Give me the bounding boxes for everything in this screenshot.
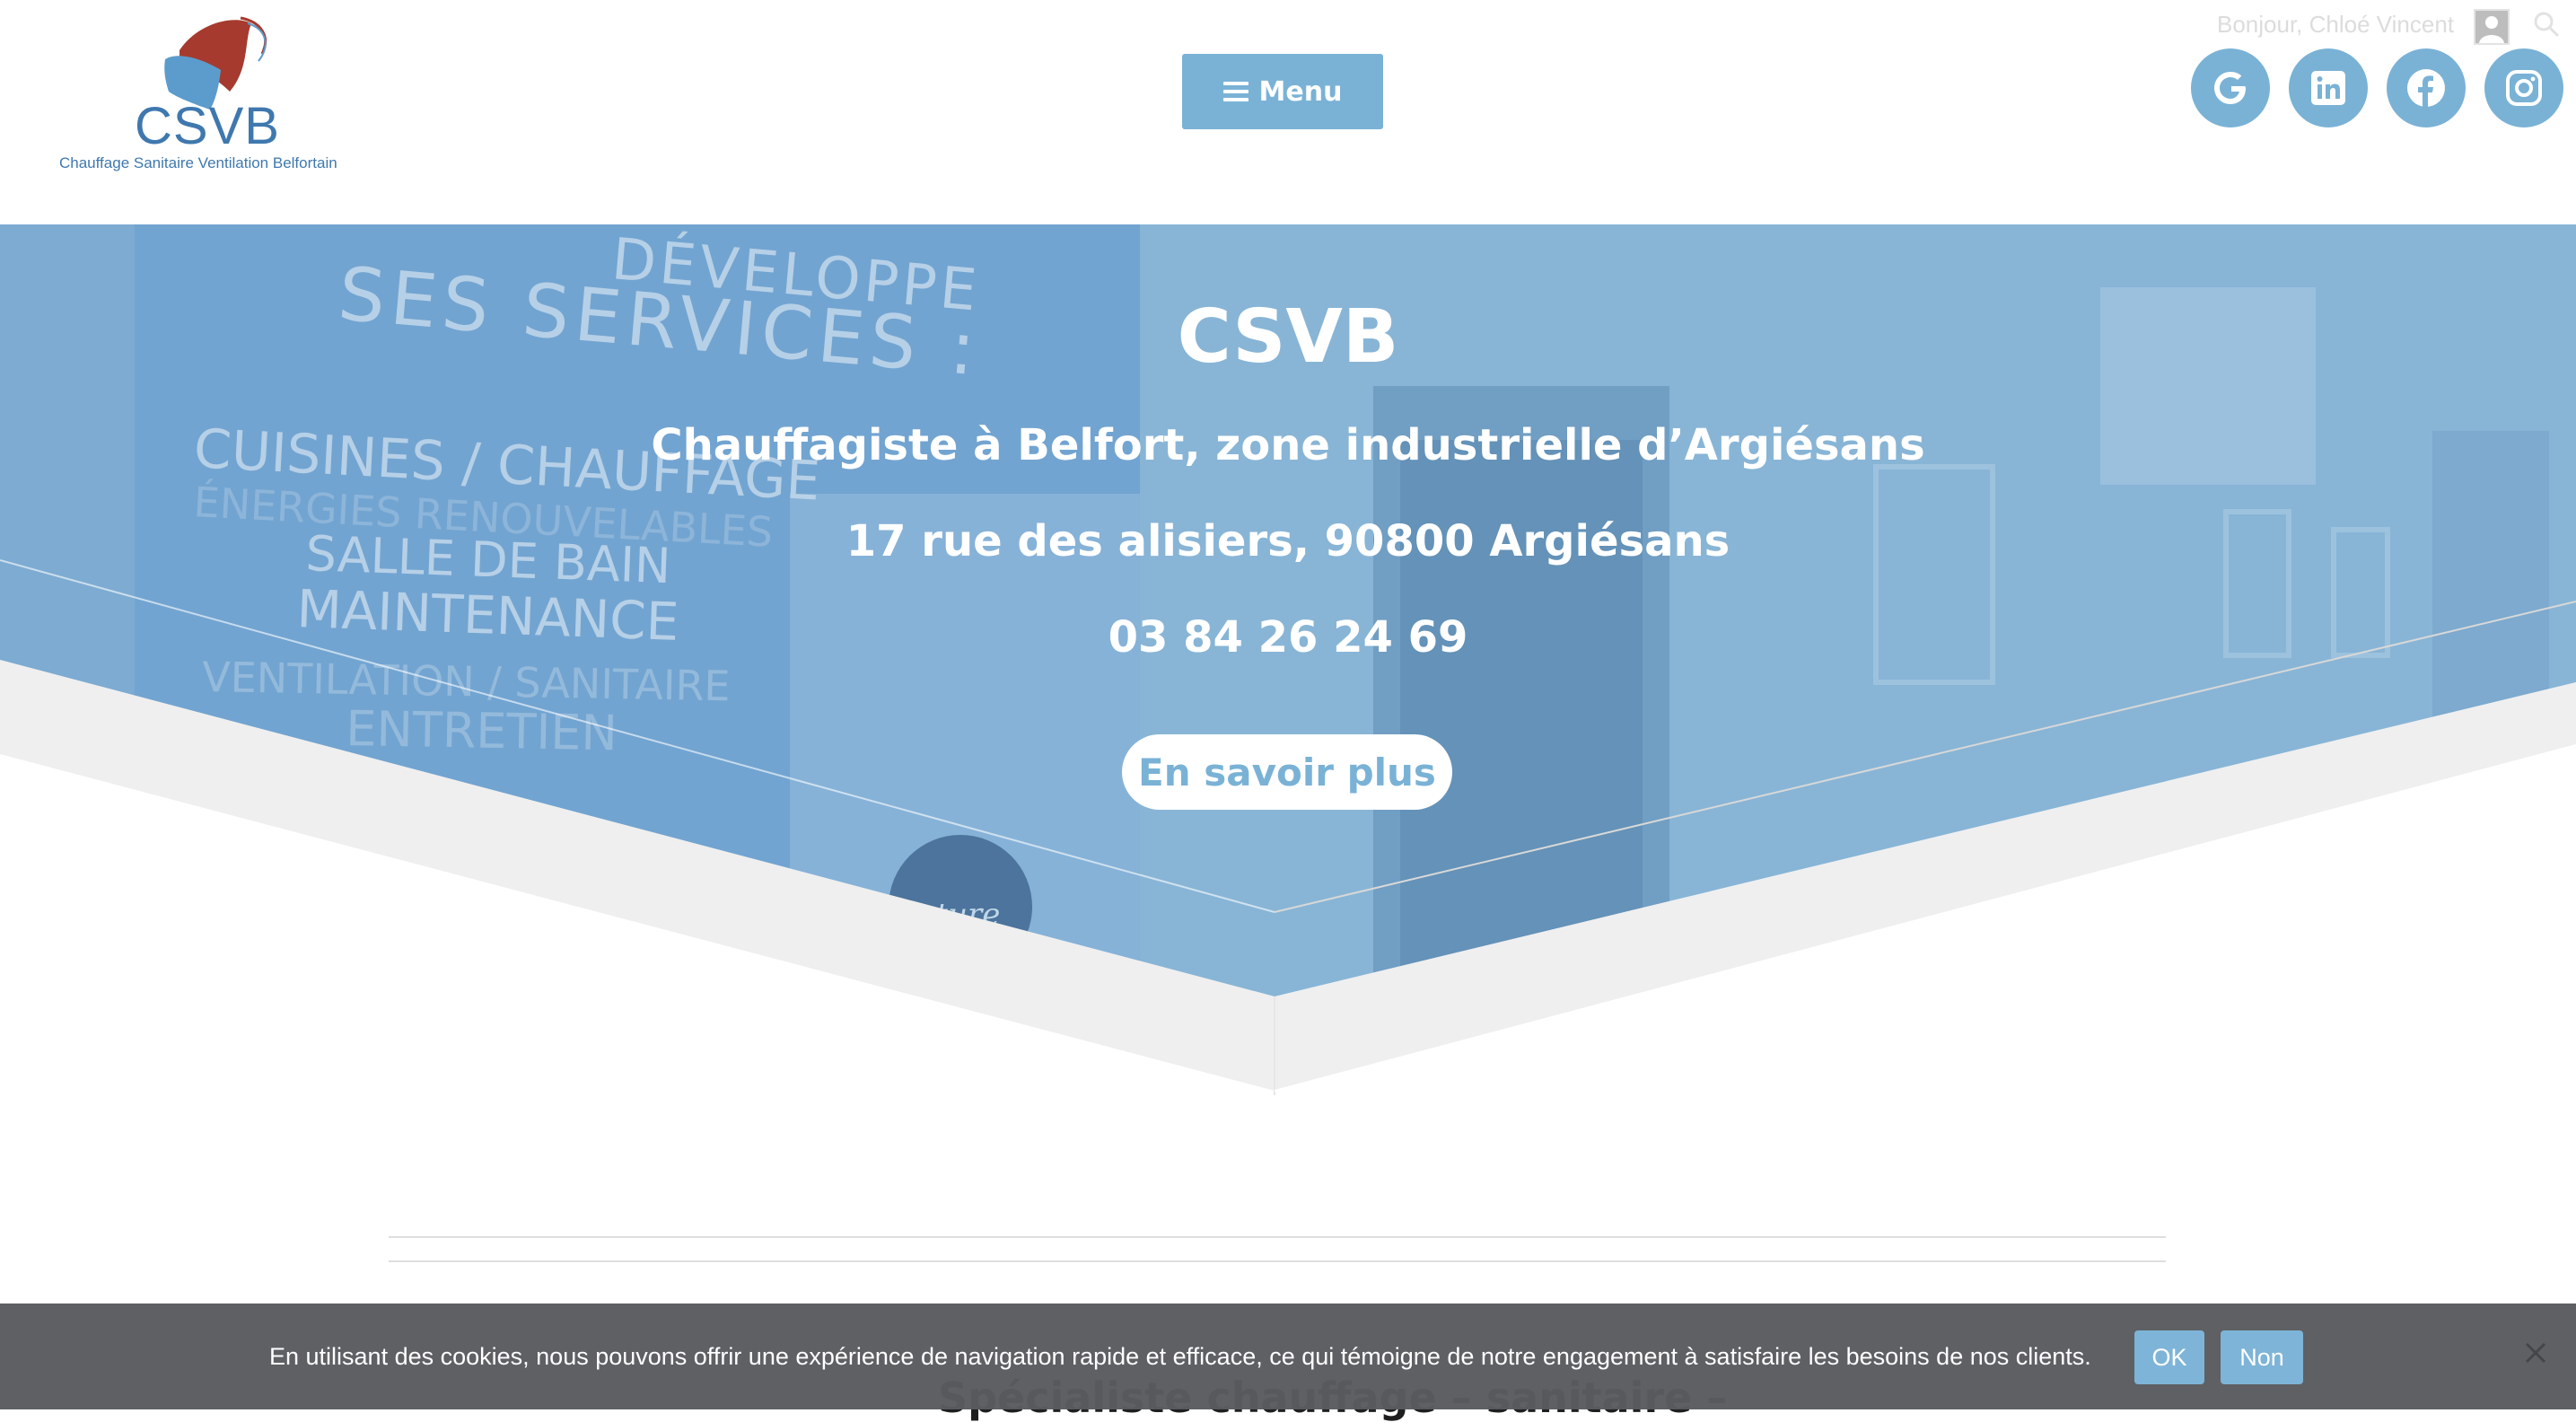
cookie-message: En utilisant des cookies, nous pouvons o… <box>269 1343 2091 1370</box>
user-icon <box>2479 16 2504 43</box>
hero-address: 17 rue des alisiers, 90800 Argiésans <box>846 516 1730 566</box>
hero-subtitle: Chauffagiste à Belfort, zone industriell… <box>651 420 1925 470</box>
facebook-icon <box>2407 69 2445 107</box>
instagram-icon <box>2506 70 2542 106</box>
avatar[interactable] <box>2474 9 2510 45</box>
csvb-logo[interactable]: CSVB Chauffage Sanitaire Ventilation Bel… <box>57 14 354 176</box>
menu-button[interactable]: Menu <box>1182 54 1383 129</box>
user-greeting[interactable]: Bonjour, Chloé Vincent <box>2217 11 2454 39</box>
google-icon <box>2214 72 2246 104</box>
cookie-decline-button[interactable]: Non <box>2221 1330 2303 1384</box>
hero-title: CSVB <box>1177 294 1399 380</box>
hero-section: ...ture DÉVELOPPE SES SERVICES : CUISINE… <box>0 224 2576 1095</box>
logo-brand: CSVB <box>135 97 280 155</box>
menu-label: Menu <box>1258 75 1343 108</box>
cookie-accept-button[interactable]: OK <box>2134 1330 2204 1384</box>
section-divider <box>389 1260 2166 1262</box>
logo-tagline: Chauffage Sanitaire Ventilation Belforta… <box>59 154 337 171</box>
hamburger-icon <box>1222 82 1249 101</box>
site-header: CSVB Chauffage Sanitaire Ventilation Bel… <box>0 0 2576 224</box>
hero-phone[interactable]: 03 84 26 24 69 <box>0 612 2576 663</box>
cookie-banner: En utilisant des cookies, nous pouvons o… <box>0 1304 2576 1409</box>
search-icon[interactable] <box>2531 9 2562 40</box>
section-divider <box>389 1236 2166 1238</box>
learn-more-button[interactable]: En savoir plus <box>1122 734 1452 810</box>
facebook-link[interactable] <box>2387 48 2466 127</box>
instagram-link[interactable] <box>2484 48 2563 127</box>
close-icon[interactable] <box>2524 1341 2547 1365</box>
linkedin-icon <box>2311 71 2345 105</box>
google-link[interactable] <box>2191 48 2270 127</box>
linkedin-link[interactable] <box>2289 48 2368 127</box>
